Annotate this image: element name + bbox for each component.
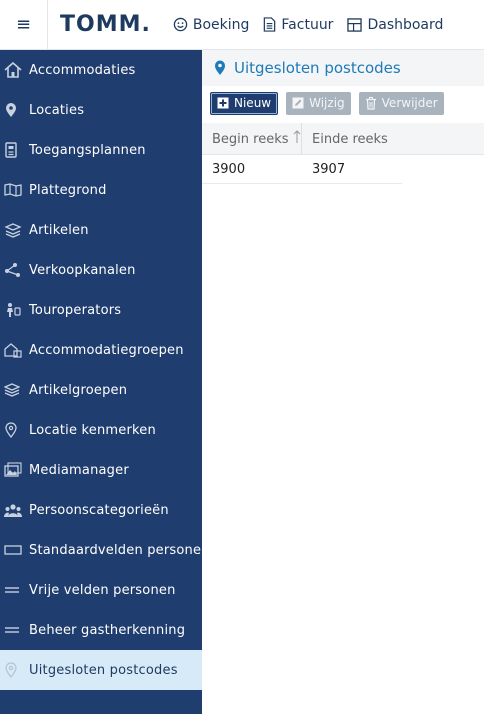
travel-icon <box>0 290 24 330</box>
sidebar-item-accommodaties[interactable]: Accommodaties <box>0 50 202 90</box>
pencil-icon <box>292 97 304 109</box>
sidebar-item-touroperators[interactable]: Touroperators <box>0 290 202 330</box>
sidebar-item-beheer-gastherkenning[interactable]: Beheer gastherkenning <box>0 610 202 650</box>
sidebar-item-persoonscategorieen[interactable]: Persoonscategorieën <box>0 490 202 530</box>
sidebar-item-uitgesloten-postcodes[interactable]: Uitgesloten postcodes <box>0 650 202 690</box>
cell-einde-reeks: 3907 <box>312 161 346 177</box>
smiley-icon <box>173 17 188 32</box>
nav-factuur[interactable]: Factuur <box>263 17 333 33</box>
share-nodes-icon <box>0 250 24 290</box>
sidebar-item-verkoopkanalen[interactable]: Verkoopkanalen <box>0 250 202 290</box>
page-title-bar: Uitgesloten postcodes <box>202 50 484 86</box>
sidebar-item-plattegrond[interactable]: Plattegrond <box>0 170 202 210</box>
column-header-einde-reeks[interactable]: Einde reeks <box>302 123 484 155</box>
column-header-begin-reeks[interactable]: Begin reeks <box>202 123 302 155</box>
home-icon <box>0 50 24 90</box>
dashboard-icon <box>347 17 363 32</box>
map-pin-icon <box>0 90 24 130</box>
sidebar: Accommodaties Locaties Toegangsplannen P… <box>0 50 209 714</box>
top-bar: ≡ TOMM. Boeking Factuur Dashboard <box>0 0 484 50</box>
edit-button[interactable]: Wijzig <box>286 91 351 115</box>
main-content: Uitgesloten postcodes Nieuw Wijzig Verwi… <box>202 50 484 714</box>
map-icon <box>0 170 24 210</box>
menu-toggle-button[interactable]: ≡ <box>0 0 48 50</box>
plus-icon <box>217 97 229 109</box>
document-icon <box>264 17 276 32</box>
rectangle-icon <box>0 530 24 570</box>
table-row[interactable]: 3900 3907 <box>202 155 402 184</box>
top-navigation: Boeking Factuur Dashboard <box>173 17 458 33</box>
home-group-icon <box>0 330 24 370</box>
articles-icon <box>0 210 24 250</box>
nav-boeking[interactable]: Boeking <box>173 17 249 33</box>
sidebar-item-locatie-kenmerken[interactable]: Locatie kenmerken <box>0 410 202 450</box>
images-icon <box>0 450 24 490</box>
equals-icon <box>0 610 24 650</box>
cell-begin-reeks: 3900 <box>212 161 246 177</box>
sidebar-item-artikelen[interactable]: Artikelen <box>0 210 202 250</box>
app-logo[interactable]: TOMM. <box>60 12 151 37</box>
equals-icon <box>0 570 24 610</box>
access-plan-icon <box>0 130 24 170</box>
sort-ascending-icon <box>293 130 301 148</box>
map-pin-outline-icon <box>0 650 24 690</box>
map-pin-outline-icon <box>0 410 24 450</box>
trash-icon <box>365 96 376 110</box>
toolbar: Nieuw Wijzig Verwijder <box>202 86 484 120</box>
users-icon <box>0 490 24 530</box>
new-button[interactable]: Nieuw <box>210 91 279 115</box>
sidebar-item-vrije-velden-personen[interactable]: Vrije velden personen <box>0 570 202 610</box>
delete-button[interactable]: Verwijder <box>358 91 444 115</box>
map-pin-icon <box>215 60 225 75</box>
table-header: Begin reeks Einde reeks <box>202 123 484 155</box>
nav-dashboard[interactable]: Dashboard <box>347 17 443 33</box>
hamburger-icon: ≡ <box>15 14 32 35</box>
sidebar-item-toegangsplannen[interactable]: Toegangsplannen <box>0 130 202 170</box>
sidebar-item-locaties[interactable]: Locaties <box>0 90 202 130</box>
sidebar-item-artikelgroepen[interactable]: Artikelgroepen <box>0 370 202 410</box>
sidebar-item-mediamanager[interactable]: Mediamanager <box>0 450 202 490</box>
sidebar-item-accommodatiegroepen[interactable]: Accommodatiegroepen <box>0 330 202 370</box>
page-title: Uitgesloten postcodes <box>234 59 401 77</box>
sidebar-item-standaardvelden-personen[interactable]: Standaardvelden personen <box>0 530 209 570</box>
layers-icon <box>0 370 24 410</box>
